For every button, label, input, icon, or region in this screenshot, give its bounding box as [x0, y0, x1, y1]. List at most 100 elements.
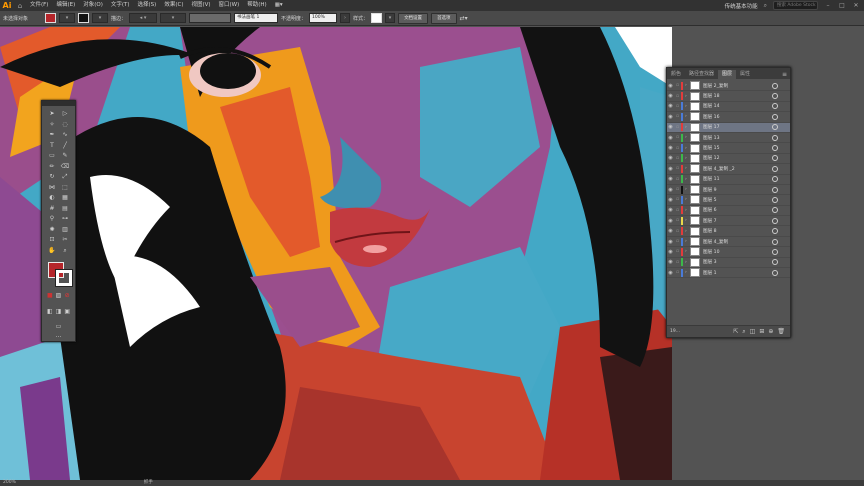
gradient-tool-icon[interactable]: ▤ [59, 204, 71, 214]
screen-mode-icon[interactable]: ▭ [46, 322, 71, 332]
layer-row[interactable]: ◉ ▫ › 图层 12 [667, 153, 790, 165]
visibility-eye-icon[interactable]: ◉ [667, 218, 674, 224]
layer-row[interactable]: ◉ ▫ › 图层 18 [667, 91, 790, 102]
layer-row[interactable]: ◉ ▫ › 图层 10 [667, 247, 790, 258]
layer-row[interactable]: ◉ ▫ › 图层 4_复制 _2 [667, 164, 790, 175]
stroke-swatch[interactable] [78, 13, 90, 23]
layer-row[interactable]: ◉ ▫ › 图层 15 [667, 143, 790, 154]
shape-builder-tool-icon[interactable]: ◐ [46, 193, 58, 203]
stock-search-input[interactable]: 搜索 Adobe Stock [773, 1, 818, 10]
layer-row[interactable]: ◉ ▫ › 图层 14 [667, 101, 790, 113]
menu-item[interactable]: 对象(O) [79, 0, 107, 11]
delete-layer-icon[interactable]: 🗑 [777, 328, 785, 336]
stroke-dropdown[interactable]: ▾ [92, 13, 109, 23]
visibility-eye-icon[interactable]: ◉ [667, 207, 674, 213]
layer-row[interactable]: ◉ ▫ › 图层 6 [667, 205, 790, 217]
menu-item[interactable]: 选择(S) [134, 0, 161, 11]
menu-item[interactable]: 视图(V) [187, 0, 214, 11]
lock-toggle-icon[interactable]: ▫ [674, 83, 681, 88]
stroke-weight-stepper[interactable]: ◂ ▾ [129, 13, 158, 23]
lock-toggle-icon[interactable]: ▫ [674, 208, 681, 213]
lock-toggle-icon[interactable]: ▫ [674, 156, 681, 161]
blend-tool-icon[interactable]: ⊶ [59, 214, 71, 224]
slice-tool-icon[interactable]: ✂ [59, 235, 71, 245]
rectangle-tool-icon[interactable]: ▭ [46, 151, 58, 161]
layer-row[interactable]: ◉ ▫ › 图层 1 [667, 268, 790, 279]
lock-toggle-icon[interactable]: ▫ [674, 239, 681, 244]
lasso-tool-icon[interactable]: ◌ [59, 120, 71, 130]
fill-stroke-control[interactable] [46, 260, 73, 287]
draw-behind-icon[interactable]: ◨ [55, 307, 63, 317]
lock-toggle-icon[interactable]: ▫ [674, 187, 681, 192]
layer-target-icon[interactable] [772, 269, 778, 276]
document-setup-button[interactable]: 文档设置 [398, 12, 429, 24]
layer-target-icon[interactable] [772, 228, 778, 235]
width-tool-icon[interactable]: ⋈ [46, 183, 58, 193]
visibility-eye-icon[interactable]: ◉ [667, 176, 674, 182]
edit-toolbar-icon[interactable]: ··· [46, 333, 71, 343]
brush-definition[interactable]: 书法画笔 1 [234, 13, 279, 23]
artboard-tool-icon[interactable]: ⊡ [46, 235, 58, 245]
layer-target-icon[interactable] [772, 93, 778, 100]
graph-tool-icon[interactable]: ▥ [59, 225, 71, 235]
menu-item[interactable]: 帮助(H) [243, 0, 270, 11]
graphic-style-swatch[interactable] [371, 13, 383, 23]
fill-dropdown[interactable]: ▾ [59, 13, 76, 23]
lock-toggle-icon[interactable]: ▫ [674, 270, 681, 275]
eyedropper-tool-icon[interactable]: ⚲ [46, 214, 58, 224]
lock-toggle-icon[interactable]: ▫ [674, 218, 681, 223]
layer-row[interactable]: ◉ ▫ › 图层 3 [667, 257, 790, 269]
layer-row[interactable]: ◉ ▫ › 图层 5 [667, 195, 790, 206]
visibility-eye-icon[interactable]: ◉ [667, 228, 674, 234]
perspective-grid-tool-icon[interactable]: ▦ [59, 193, 71, 203]
maximize-button[interactable]: □ [838, 2, 846, 9]
menu-item[interactable]: 窗口(W) [215, 0, 244, 11]
lock-toggle-icon[interactable]: ▫ [674, 104, 681, 109]
variable-width-profile[interactable]: ▾ [160, 13, 187, 23]
symbol-sprayer-tool-icon[interactable]: ✺ [46, 225, 58, 235]
layer-target-icon[interactable] [772, 176, 778, 183]
scale-tool-icon[interactable]: ⤢ [59, 172, 71, 182]
lock-toggle-icon[interactable]: ▫ [674, 135, 681, 140]
lock-toggle-icon[interactable]: ▫ [674, 177, 681, 182]
panel-tab[interactable]: 颜色 [667, 70, 685, 79]
visibility-eye-icon[interactable]: ◉ [667, 83, 674, 89]
magic-wand-tool-icon[interactable]: ✧ [46, 120, 58, 130]
visibility-eye-icon[interactable]: ◉ [667, 259, 674, 265]
layer-target-icon[interactable] [772, 165, 778, 172]
direct-selection-tool-icon[interactable]: ▷ [59, 109, 71, 119]
minimize-button[interactable]: – [824, 2, 832, 9]
arrange-documents-icon[interactable]: ⇄▾ [460, 15, 468, 22]
type-tool-icon[interactable]: T [46, 141, 58, 151]
lock-toggle-icon[interactable]: ▫ [674, 114, 681, 119]
layer-target-icon[interactable] [772, 134, 778, 141]
layer-target-icon[interactable] [772, 186, 778, 193]
opacity-input[interactable]: 100% [309, 13, 338, 23]
lock-toggle-icon[interactable]: ▫ [674, 197, 681, 202]
layer-row[interactable]: ◉ ▫ › 图层 16 [667, 112, 790, 123]
color-mode-icon[interactable]: ■ [46, 291, 54, 301]
visibility-eye-icon[interactable]: ◉ [667, 135, 674, 141]
zoom-tool-icon[interactable]: ⌕ [59, 246, 71, 256]
visibility-eye-icon[interactable]: ◉ [667, 249, 674, 255]
rotate-tool-icon[interactable]: ↻ [46, 172, 58, 182]
layer-row[interactable]: ◉ ▫ › 图层 9 [667, 185, 790, 196]
new-sublayer-icon[interactable]: ⊞ [759, 328, 764, 336]
layer-row[interactable]: ◉ ▫ › 图层 4_复制 [667, 237, 790, 248]
menu-item[interactable]: 文字(T) [107, 0, 134, 11]
free-transform-tool-icon[interactable]: ⬚ [59, 183, 71, 193]
visibility-eye-icon[interactable]: ◉ [667, 103, 674, 109]
draw-normal-icon[interactable]: ◧ [46, 307, 54, 317]
opacity-dropdown[interactable]: › [340, 13, 351, 23]
visibility-eye-icon[interactable]: ◉ [667, 114, 674, 120]
panel-tab[interactable]: 路径查找器 [685, 70, 718, 79]
panel-menu-icon[interactable]: ≡ [782, 70, 790, 79]
layer-row[interactable]: ◉ ▫ › 图层 11 [667, 174, 790, 185]
new-layer-icon[interactable]: ⊕ [768, 328, 773, 336]
lock-toggle-icon[interactable]: ▫ [674, 94, 681, 99]
visibility-eye-icon[interactable]: ◉ [667, 239, 674, 245]
lock-toggle-icon[interactable]: ▫ [674, 260, 681, 265]
menu-item[interactable]: 效果(C) [160, 0, 187, 11]
visibility-eye-icon[interactable]: ◉ [667, 93, 674, 99]
lock-toggle-icon[interactable]: ▫ [674, 146, 681, 151]
